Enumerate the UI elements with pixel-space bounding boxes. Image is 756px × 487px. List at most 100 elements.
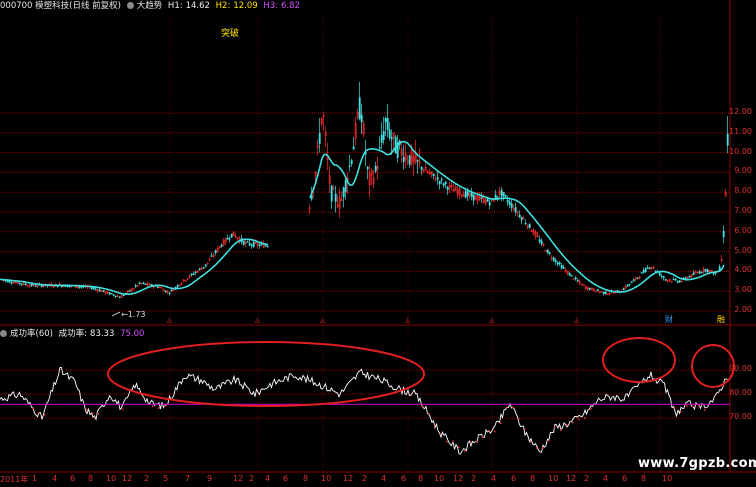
candle-body [386, 118, 389, 131]
signal-dot [542, 447, 544, 449]
candle-body [408, 155, 411, 165]
candle-body [540, 240, 543, 245]
y-axis-label: 4.00 [734, 265, 752, 275]
candle-body [248, 242, 251, 246]
signal-dot [488, 429, 490, 432]
signal-dot [122, 408, 124, 411]
x-axis-label: 6 [401, 474, 407, 483]
candle-body [438, 180, 441, 185]
candle-body [674, 278, 677, 281]
x-axis-label: 10 [321, 474, 332, 483]
candle-body [420, 166, 423, 170]
candle-body [646, 267, 649, 269]
candle-body [252, 241, 255, 248]
signal-dot [524, 428, 526, 431]
candle-body [664, 279, 667, 281]
moving-average-line [0, 238, 269, 296]
x-axis-label: 8 [303, 474, 309, 483]
x-axis-label: 8 [88, 474, 94, 483]
candle-body [330, 185, 333, 202]
candle-body [250, 244, 253, 246]
x-axis-label: 12 [566, 474, 577, 483]
candle-body [114, 295, 117, 297]
candle-body [496, 196, 499, 198]
candle-body [110, 292, 113, 295]
signal-dot [32, 407, 34, 410]
candle-body [630, 281, 633, 283]
x-axis-label: 10 [106, 474, 117, 483]
candle-body [394, 136, 397, 154]
candle-body [34, 285, 37, 288]
threshold-value: 75.00 [120, 329, 145, 339]
x-axis-label: 4 [52, 474, 58, 483]
x-axis-label: 12 [122, 474, 133, 483]
candle-body [442, 183, 445, 186]
x-axis-label: 12 [233, 474, 244, 483]
candle-body [388, 129, 391, 138]
success-rate-value: 83.33 [90, 329, 115, 339]
candle-body [440, 178, 443, 181]
x-axis-label: 6 [622, 474, 628, 483]
candle-body [118, 296, 121, 299]
candle-body [108, 292, 111, 295]
candle-body [138, 282, 141, 284]
x-axis-label: 12 [453, 474, 464, 483]
candle-body [436, 177, 439, 180]
candle-body [444, 181, 447, 185]
candle-body [56, 285, 59, 288]
x-axis-label: 2 [362, 474, 368, 483]
signal-dot [692, 405, 694, 408]
signal-dot [548, 439, 550, 442]
candle-body [596, 289, 599, 292]
candle-body [446, 187, 449, 190]
signal-dot [554, 426, 556, 429]
low-price-marker: ←1.73 [121, 310, 146, 319]
candle-body [358, 97, 361, 120]
candle-body [524, 222, 527, 225]
candle-body [538, 239, 541, 242]
highlight-ellipse [107, 341, 425, 407]
signal-dot [98, 412, 100, 415]
signal-dot [704, 409, 706, 411]
candle-body [678, 280, 681, 283]
x-axis-label: 6 [70, 474, 76, 483]
x-axis-label: 4 [603, 474, 609, 483]
candle-body [504, 195, 507, 197]
signal-dot [428, 413, 430, 415]
sub-indicator-dot-icon[interactable] [0, 330, 7, 337]
candle-body [472, 194, 475, 201]
signal-dot [482, 436, 484, 438]
x-axis-label: 2011年 [0, 475, 29, 484]
candle-body [382, 131, 385, 140]
candle-body [228, 238, 231, 240]
sub-indicator-name[interactable]: 成功率(60) [10, 329, 53, 339]
candle-body [194, 271, 197, 274]
candle-body [402, 157, 405, 163]
sub-y-axis-label: 70.00 [729, 412, 752, 421]
candle-body [90, 287, 93, 290]
candle-body [570, 274, 573, 277]
x-axis-label: 12 [343, 474, 354, 483]
signal-dot [584, 417, 586, 419]
candle-body [168, 292, 171, 295]
y-axis-label: 2.00 [734, 305, 752, 314]
signal-dot [434, 424, 436, 427]
watermark: www.7gpzb.com [638, 456, 756, 471]
signal-dot [590, 407, 592, 410]
signal-dot [164, 405, 166, 408]
x-axis-label: 2 [584, 474, 590, 483]
candle-body [626, 284, 629, 287]
chart-canvas[interactable]: ←1.73 ◬ ◬ ◬ ◬ ◬ ◬ 财 融 [0, 0, 756, 487]
candle-body [518, 214, 521, 218]
candle-body [722, 230, 725, 238]
candle-body [642, 269, 645, 273]
candle-body [156, 286, 159, 288]
x-axis-label: 8 [418, 474, 424, 483]
signal-dot [464, 450, 466, 452]
candle-body [210, 255, 213, 257]
signal-dot [500, 422, 502, 424]
signal-dot [158, 407, 160, 409]
candle-body [342, 187, 345, 198]
x-axis-label: 4 [491, 474, 497, 483]
candle-body [164, 290, 167, 293]
